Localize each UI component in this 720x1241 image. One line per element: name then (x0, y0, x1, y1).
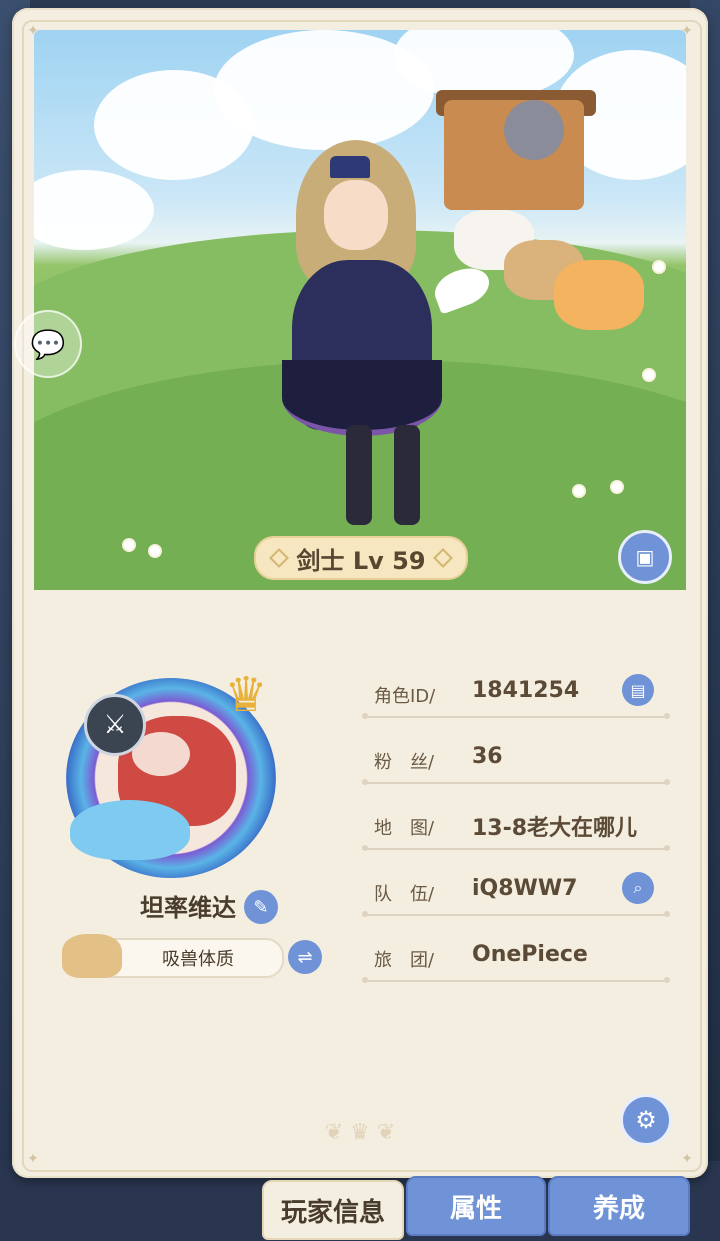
tab-label: 养成 (592, 1193, 645, 1224)
info-value: OnePiece (472, 942, 588, 967)
pet-orange (554, 260, 644, 330)
swap-trait-button[interactable]: ⇌ (288, 940, 322, 974)
info-row-role-id: 角色ID/ 1841254 ▤ (362, 664, 670, 730)
edit-name-button[interactable]: ✎ (244, 890, 278, 924)
job-badge: ⚔ (84, 694, 146, 756)
flower (612, 482, 622, 492)
flower (654, 262, 664, 272)
trait-label: 吸兽体质 (162, 949, 234, 970)
settings-button[interactable]: ⚙ (620, 1094, 672, 1146)
info-label: 地 图/ (374, 818, 435, 839)
info-label: 角色ID/ (374, 686, 436, 707)
flower (644, 370, 654, 380)
flower (150, 546, 160, 556)
diamond-ornament-icon (269, 548, 290, 568)
copy-icon: ▤ (630, 680, 646, 700)
pencil-icon: ✎ (253, 896, 269, 918)
row-divider (362, 911, 670, 917)
character-leg (394, 425, 420, 525)
gear-icon: ⚙ (635, 1106, 657, 1134)
row-divider (362, 977, 670, 983)
info-row-fans: 粉 丝/ 36 (362, 730, 670, 796)
row-divider (362, 779, 670, 785)
avatar-whale (70, 800, 190, 860)
corner-ornament: ✦ (27, 1151, 39, 1167)
corner-ornament: ✦ (681, 1151, 693, 1167)
crown-icon: ♛ (224, 667, 268, 723)
search-team-button[interactable]: ⌕ (622, 872, 654, 904)
search-icon: ⌕ (633, 878, 643, 897)
chat-bubble-icon: 💬 (30, 327, 66, 361)
info-label: 队 伍/ (374, 884, 435, 905)
diamond-ornament-icon (432, 548, 453, 568)
copy-id-button[interactable]: ▤ (622, 674, 654, 706)
character-face (324, 180, 388, 250)
chat-button[interactable]: 💬 (14, 310, 82, 378)
tab-player-info[interactable]: 玩家信息 (262, 1180, 404, 1240)
info-row-team: 队 伍/ iQ8WW7 ⌕ (362, 862, 670, 928)
row-divider (362, 713, 670, 719)
character-hat (330, 156, 370, 178)
swap-icon: ⇌ (297, 946, 313, 968)
flower (574, 486, 584, 496)
row-divider (362, 845, 670, 851)
tab-attributes[interactable]: 属性 (406, 1176, 546, 1236)
info-value: iQ8WW7 (472, 876, 578, 901)
bottom-ornament: ❦ ♛ ❦ (324, 1120, 396, 1145)
tab-label: 玩家信息 (280, 1197, 385, 1228)
cat-bowl-icon (62, 934, 122, 978)
info-value: 13-8老大在哪儿 (472, 816, 638, 841)
player-name: 坦率维达 (140, 894, 236, 922)
info-label: 粉 丝/ (374, 752, 435, 773)
tab-development[interactable]: 养成 (548, 1176, 690, 1236)
info-label: 旅 团/ (374, 950, 435, 971)
cloud (34, 170, 154, 250)
info-row-map: 地 图/ 13-8老大在哪儿 (362, 796, 670, 862)
info-value: 1841254 (472, 678, 580, 703)
wagon-creature (504, 100, 564, 160)
info-value: 36 (472, 744, 503, 769)
tab-label: 属性 (449, 1193, 502, 1224)
id-card-icon: ▣ (635, 545, 655, 569)
flower (124, 540, 134, 550)
profile-card-button[interactable]: ▣ (618, 530, 672, 584)
sword-icon: ⚔ (103, 710, 127, 740)
class-level-plate: 剑士 Lv 59 (254, 536, 468, 580)
info-row-guild: 旅 团/ OnePiece (362, 928, 670, 994)
class-level-label: 剑士 Lv 59 (296, 546, 426, 575)
bottom-tabs: 玩家信息 属性 养成 (262, 1176, 692, 1240)
character-leg (346, 425, 372, 525)
character-scene (34, 30, 686, 590)
